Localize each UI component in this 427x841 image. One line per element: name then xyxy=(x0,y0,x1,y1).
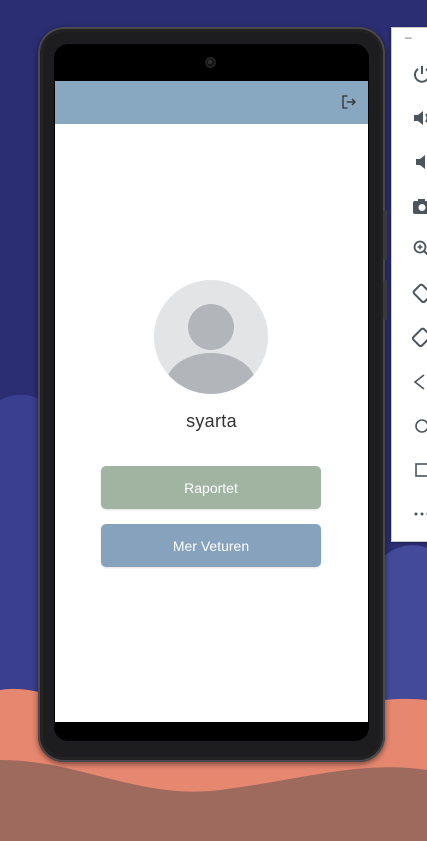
volume-up-icon[interactable] xyxy=(412,108,427,128)
minimize-button[interactable]: – xyxy=(405,30,412,44)
rotate-right-icon[interactable] xyxy=(412,327,427,347)
person-icon xyxy=(166,304,256,394)
rotate-left-icon[interactable] xyxy=(412,283,427,303)
camera-icon[interactable] xyxy=(412,196,427,216)
username: syarta xyxy=(186,411,237,431)
back-icon[interactable] xyxy=(412,372,427,392)
volume-down-icon[interactable] xyxy=(412,152,427,172)
front-camera xyxy=(205,57,216,68)
logout-icon[interactable] xyxy=(340,93,358,111)
phone-side-button xyxy=(383,210,387,260)
more-icon[interactable] xyxy=(412,504,427,524)
phone-side-button xyxy=(383,280,387,320)
emulator-toolbar: – xyxy=(391,27,427,542)
trips-button[interactable]: Mer Veturen xyxy=(101,524,321,567)
app-screen: syarta Raportet Mer Veturen xyxy=(55,81,368,722)
zoom-icon[interactable] xyxy=(412,239,427,259)
reports-button[interactable]: Raportet xyxy=(101,466,321,509)
overview-icon[interactable] xyxy=(412,460,427,480)
app-header xyxy=(55,81,368,124)
avatar xyxy=(154,280,268,394)
power-icon[interactable] xyxy=(412,64,427,84)
home-icon[interactable] xyxy=(412,416,427,436)
